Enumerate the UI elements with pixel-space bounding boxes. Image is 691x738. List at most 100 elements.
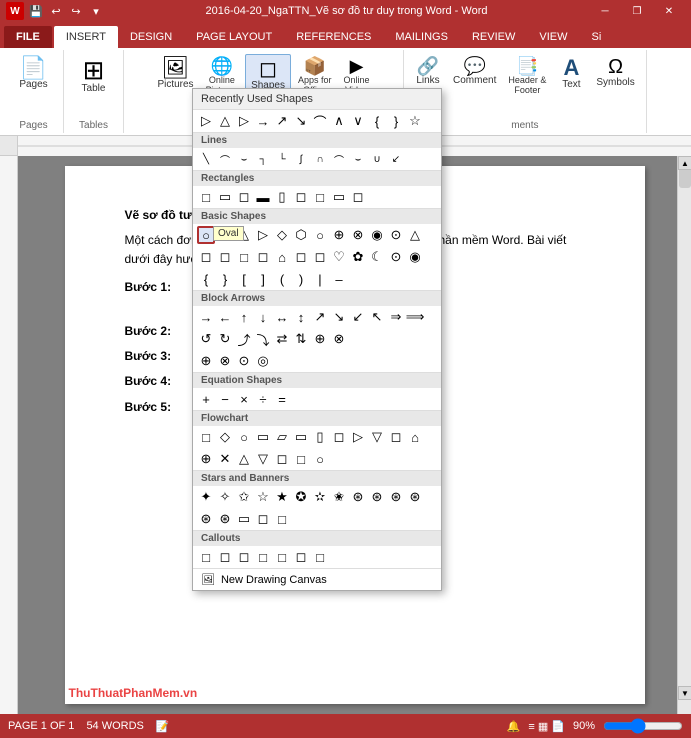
shape-star[interactable]: ⊛ <box>368 488 386 506</box>
shape-line[interactable]: ⌣ <box>235 150 253 168</box>
shape-flow[interactable]: ▯ <box>311 428 329 446</box>
shape-line[interactable]: ╲ <box>197 150 215 168</box>
shape-star[interactable]: ✬ <box>330 488 348 506</box>
shape-banner[interactable]: ⊛ <box>197 510 215 528</box>
restore-button[interactable]: ❐ <box>621 0 653 22</box>
shape-rect[interactable]: ▭ <box>330 188 348 206</box>
shape-arrow[interactable]: → <box>197 308 215 326</box>
shape-arrow[interactable]: ⤴ <box>235 330 253 348</box>
shape-flow[interactable]: ⌂ <box>406 428 424 446</box>
shape-rect[interactable]: □ <box>197 188 215 206</box>
shape-arrow[interactable]: ↺ <box>197 330 215 348</box>
shape-item[interactable]: ▷ <box>235 112 253 130</box>
scroll-up-button[interactable]: ▲ <box>678 156 691 170</box>
shape-banner[interactable]: ⊛ <box>216 510 234 528</box>
shape-callout[interactable]: □ <box>197 548 215 566</box>
shape-rect[interactable]: ◻ <box>235 188 253 206</box>
shape-arrow[interactable]: ← <box>216 308 234 326</box>
pages-button[interactable]: 📄 Pages <box>14 54 52 93</box>
shape-flow[interactable]: ▭ <box>254 428 272 446</box>
shape-item[interactable]: △ <box>216 112 234 130</box>
shape-flow[interactable]: □ <box>292 450 310 468</box>
shape-basic[interactable]: ◇ <box>273 226 291 244</box>
shape-basic[interactable]: ( <box>273 270 291 288</box>
shape-basic[interactable]: ◻ <box>311 248 329 266</box>
shape-line[interactable]: ⌣ <box>349 150 367 168</box>
shape-oval[interactable]: ○ Oval <box>197 226 215 244</box>
shape-arrow[interactable]: ⇒ <box>387 308 405 326</box>
shape-line[interactable]: ↙ <box>387 150 405 168</box>
new-drawing-canvas-button[interactable]: 🖼 New Drawing Canvas <box>193 568 441 590</box>
shape-flow[interactable]: ▭ <box>292 428 310 446</box>
shape-callout[interactable]: □ <box>311 548 329 566</box>
tab-review[interactable]: REVIEW <box>460 26 527 48</box>
shape-flow[interactable]: ○ <box>311 450 329 468</box>
minimize-button[interactable]: ─ <box>589 0 621 22</box>
shape-star[interactable]: ✫ <box>311 488 329 506</box>
shape-basic[interactable]: ) <box>292 270 310 288</box>
shape-star[interactable]: ✪ <box>292 488 310 506</box>
shape-eq[interactable]: ÷ <box>254 390 272 408</box>
shape-flow[interactable]: □ <box>197 428 215 446</box>
shape-basic[interactable]: ♡ <box>330 248 348 266</box>
shape-arrow[interactable]: ↙ <box>349 308 367 326</box>
shape-basic[interactable]: ◻ <box>216 248 234 266</box>
symbols-button[interactable]: Ω Symbols <box>591 54 639 91</box>
text-button[interactable]: A Text <box>553 54 589 93</box>
table-button[interactable]: ⊞ Table <box>76 54 112 97</box>
links-button[interactable]: 🔗 Links <box>410 54 446 89</box>
shape-star[interactable]: ☆ <box>254 488 272 506</box>
header-footer-button[interactable]: 📑 Header &Footer <box>503 54 551 98</box>
shape-flow[interactable]: ◻ <box>330 428 348 446</box>
shape-item[interactable]: ⌒ <box>311 112 329 130</box>
shape-flow[interactable]: ○ <box>235 428 253 446</box>
shape-item[interactable]: { <box>368 112 386 130</box>
shape-flow[interactable]: △ <box>235 450 253 468</box>
shape-basic[interactable]: } <box>216 270 234 288</box>
shape-star[interactable]: ⊛ <box>387 488 405 506</box>
shape-arrow[interactable]: ⊕ <box>197 352 215 370</box>
shape-arrow[interactable]: ↻ <box>216 330 234 348</box>
shape-item[interactable]: ↘ <box>292 112 310 130</box>
shape-banner[interactable]: ◻ <box>254 510 272 528</box>
shape-basic[interactable]: ⊗ <box>349 226 367 244</box>
shape-rect[interactable]: □ <box>311 188 329 206</box>
shape-eq[interactable]: − <box>216 390 234 408</box>
shape-basic[interactable]: ⊙ <box>387 226 405 244</box>
shape-basic[interactable]: □ <box>235 248 253 266</box>
customize-icon[interactable]: ▾ <box>88 3 104 19</box>
tab-page-layout[interactable]: PAGE LAYOUT <box>184 26 284 48</box>
shape-arrow[interactable]: ⟹ <box>406 308 424 326</box>
shape-item[interactable]: ∨ <box>349 112 367 130</box>
shape-line[interactable]: ⌒ <box>330 150 348 168</box>
shape-item[interactable]: ▷ <box>197 112 215 130</box>
shape-line[interactable]: └ <box>273 150 291 168</box>
shape-arrow[interactable]: ⇅ <box>292 330 310 348</box>
shape-rect[interactable]: ▯ <box>273 188 291 206</box>
tab-more[interactable]: Si <box>579 26 613 48</box>
tab-insert[interactable]: INSERT <box>54 26 118 48</box>
shape-arrow[interactable]: ⤵ <box>254 330 272 348</box>
shape-basic[interactable]: { <box>197 270 215 288</box>
shape-basic[interactable]: △ <box>406 226 424 244</box>
shape-arrow[interactable]: ↕ <box>292 308 310 326</box>
shape-item[interactable]: ☆ <box>406 112 424 130</box>
shape-star[interactable]: ⊛ <box>349 488 367 506</box>
shape-basic[interactable]: ◻ <box>292 248 310 266</box>
shape-basic[interactable]: | <box>311 270 329 288</box>
shape-item[interactable]: → <box>254 112 272 130</box>
shape-flow[interactable]: ◻ <box>387 428 405 446</box>
shape-basic[interactable]: ◉ <box>368 226 386 244</box>
scroll-down-button[interactable]: ▼ <box>678 686 691 700</box>
shape-basic[interactable]: ◉ <box>406 248 424 266</box>
shape-arrow[interactable]: ↔ <box>273 308 291 326</box>
shape-flow[interactable]: ▽ <box>368 428 386 446</box>
shape-rect[interactable]: ◻ <box>349 188 367 206</box>
shape-callout[interactable]: ◻ <box>235 548 253 566</box>
tab-file[interactable]: FILE <box>4 26 52 48</box>
shape-arrow[interactable]: ⇄ <box>273 330 291 348</box>
shape-banner[interactable]: □ <box>273 510 291 528</box>
shape-callout[interactable]: ◻ <box>292 548 310 566</box>
tab-references[interactable]: REFERENCES <box>284 26 383 48</box>
shape-flow[interactable]: ◻ <box>273 450 291 468</box>
